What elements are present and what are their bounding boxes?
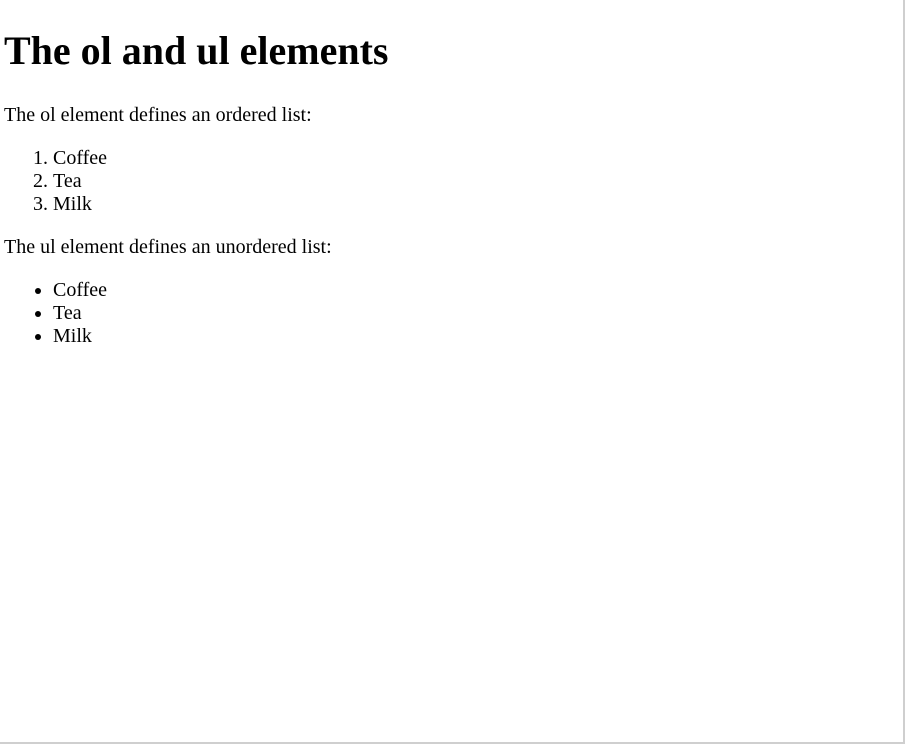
ordered-list-item: Coffee — [53, 147, 388, 170]
page-heading: The ol and ul elements — [4, 28, 389, 73]
unordered-list-intro: The ul element defines an unordered list… — [4, 236, 332, 258]
unordered-list-item: Tea — [53, 302, 388, 325]
unordered-list-item: Coffee — [53, 279, 388, 302]
ordered-list-item: Tea — [53, 170, 388, 193]
ordered-list-intro: The ol element defines an ordered list: — [4, 104, 312, 126]
unordered-list: Coffee Tea Milk — [4, 279, 388, 348]
page-content: The ol and ul elements The ol element de… — [4, 0, 388, 348]
unordered-list-item: Milk — [53, 325, 388, 348]
ordered-list-item: Milk — [53, 193, 388, 216]
browser-viewport: The ol and ul elements The ol element de… — [0, 0, 905, 744]
ordered-list: Coffee Tea Milk — [4, 147, 388, 216]
